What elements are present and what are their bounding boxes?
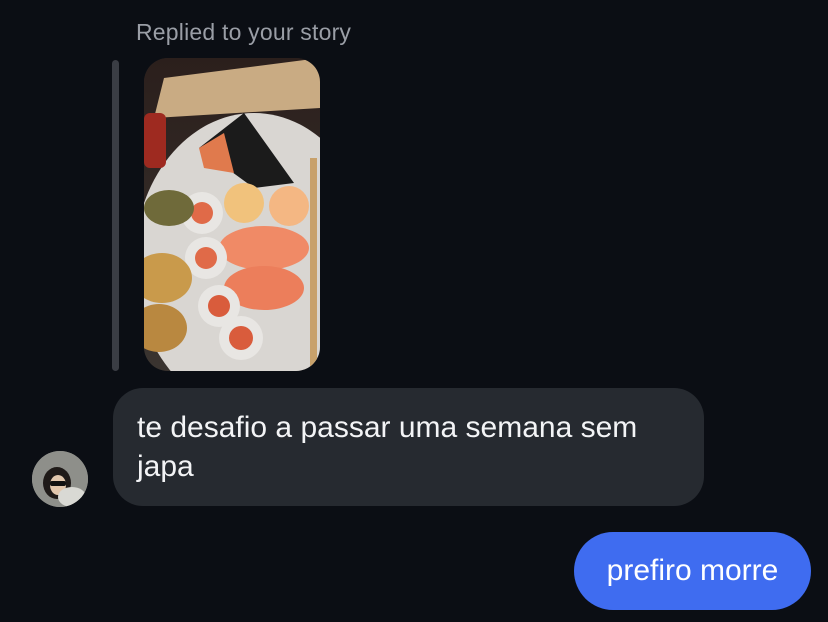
outgoing-message-bubble[interactable]: prefiro morre	[574, 532, 811, 610]
sender-avatar[interactable]	[32, 451, 88, 507]
reply-indicator-bar	[112, 60, 119, 371]
story-thumbnail[interactable]	[144, 58, 320, 371]
incoming-message-text: te desafio a passar uma semana sem japa	[137, 411, 638, 483]
story-photo	[144, 58, 320, 371]
incoming-message-bubble[interactable]: te desafio a passar uma semana sem japa	[113, 388, 704, 506]
outgoing-message-text: prefiro morre	[606, 554, 779, 587]
story-reply-label: Replied to your story	[136, 19, 352, 45]
avatar-photo	[32, 451, 88, 507]
chat-screen: Replied to your story te desafio a passa…	[0, 0, 828, 622]
